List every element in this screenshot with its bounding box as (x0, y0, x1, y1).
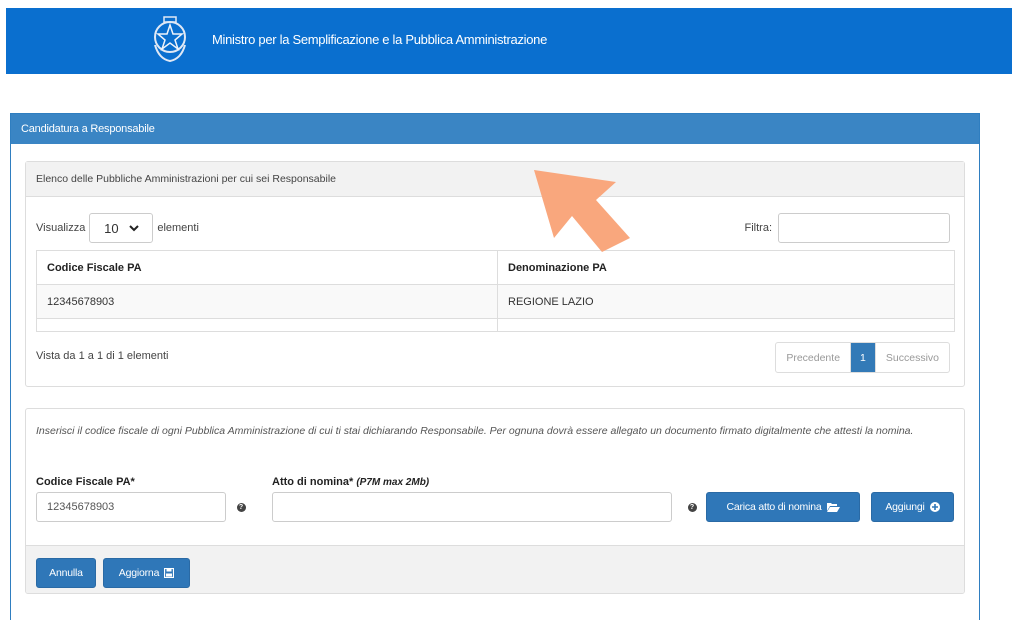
page-size-select[interactable]: 10 (89, 213, 154, 243)
pager-prev-button[interactable]: Precedente (776, 343, 852, 372)
table-info: Vista da 1 a 1 di 1 elementi (36, 350, 169, 362)
atto-label-wrap: Atto di nomina* (P7M max 2Mb) (272, 476, 429, 488)
pa-list-card: Elenco delle Pubbliche Amministrazioni p… (25, 161, 965, 387)
save-icon (164, 568, 175, 578)
column-header-codice: Codice Fiscale PA (36, 250, 498, 285)
cell-codice: 12345678903 (36, 284, 498, 319)
add-pa-label: Aggiungi (885, 501, 925, 513)
cancel-button[interactable]: Annulla (36, 558, 96, 588)
pager-next-button[interactable]: Successivo (874, 343, 949, 372)
form-hint: Inserisci il codice fiscale di ogni Pubb… (36, 425, 914, 437)
pa-table: Codice Fiscale PA Denominazione PA 12345… (36, 250, 955, 332)
pagination: Precedente 1 Successivo (775, 342, 950, 373)
update-button[interactable]: Aggiorna (103, 558, 190, 588)
table-spacer-row (36, 318, 955, 332)
cf-help-button[interactable]: ? (226, 492, 256, 522)
top-header: Ministro per la Semplificazione e la Pub… (6, 8, 1012, 74)
chevron-down-icon (128, 225, 139, 232)
page-size-value: 10 (104, 220, 119, 236)
table-header-row: Codice Fiscale PA Denominazione PA (36, 250, 955, 285)
table-row[interactable]: 12345678903 REGIONE LAZIO (36, 284, 955, 319)
upload-atto-label: Carica atto di nomina (726, 501, 822, 513)
folder-open-icon (826, 503, 840, 512)
atto-help-button[interactable]: ? (677, 492, 707, 522)
column-header-denominazione: Denominazione PA (497, 250, 955, 285)
atto-label: Atto di nomina* (272, 476, 354, 488)
header-title: Ministro per la Semplificazione e la Pub… (212, 32, 548, 47)
upload-atto-button[interactable]: Carica atto di nomina (706, 492, 860, 522)
pager-page-1[interactable]: 1 (851, 343, 875, 372)
filter-label: Filtra: (744, 222, 773, 234)
cf-label: Codice Fiscale PA* (36, 476, 135, 488)
page-size-control: Visualizza 10 elementi (36, 213, 199, 243)
add-pa-card: Inserisci il codice fiscale di ogni Pubb… (25, 408, 965, 594)
question-icon: ? (236, 502, 246, 512)
emblem-icon (154, 16, 186, 63)
update-label: Aggiorna (118, 567, 160, 579)
plus-circle-icon (929, 502, 940, 512)
pa-list-title: Elenco delle Pubbliche Amministrazioni p… (26, 162, 964, 197)
filter-control: Filtra: (744, 213, 950, 243)
atto-input[interactable] (272, 492, 672, 522)
candidatura-panel: Candidatura a Responsabile Elenco delle … (10, 113, 980, 620)
form-footer: Annulla Aggiorna (26, 545, 964, 593)
filter-input[interactable] (778, 213, 950, 243)
atto-note: (P7M max 2Mb) (356, 477, 430, 488)
add-pa-button[interactable]: Aggiungi (871, 492, 954, 522)
elements-label: elementi (157, 222, 199, 234)
cf-input[interactable]: 12345678903 (36, 492, 226, 522)
question-icon: ? (687, 502, 697, 512)
cell-denominazione: REGIONE LAZIO (497, 284, 955, 319)
panel-title: Candidatura a Responsabile (11, 114, 979, 144)
show-label: Visualizza (36, 222, 86, 234)
